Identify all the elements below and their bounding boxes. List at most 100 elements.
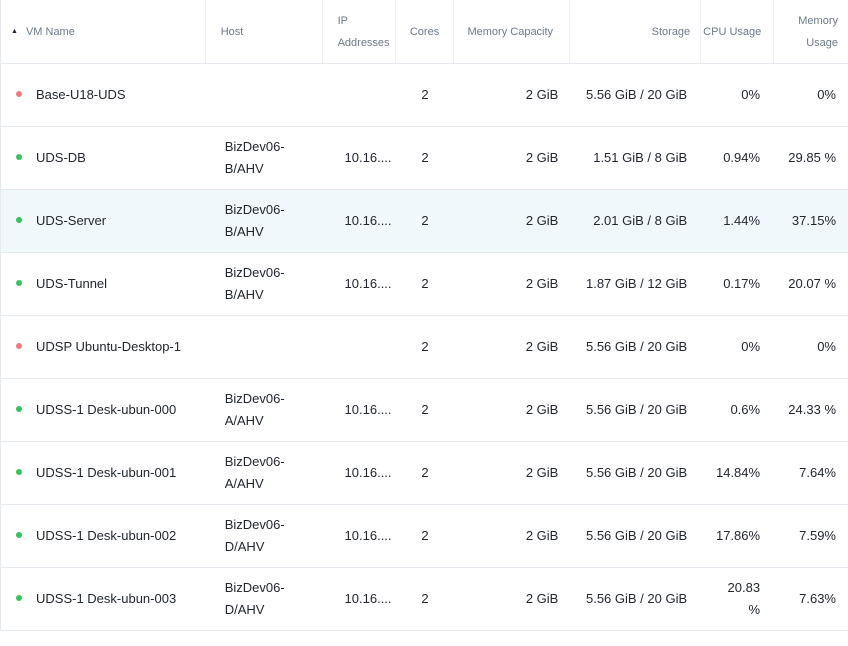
vm-name[interactable]: UDS-Server [15,210,106,232]
memory-capacity-value: 2 GiB [525,213,559,228]
ip-cell: 10.16.... [323,442,396,504]
column-label: Memory Usage [798,14,838,49]
column-header-vm-name[interactable]: ▲ VM Name [1,0,206,63]
cpu-usage-value: 20.83 % [727,580,761,617]
table-row[interactable]: UDS-Server BizDev06-B/AHV 10.16.... 2 2 GiB 2… [1,190,848,253]
column-label: CPU Usage [703,25,762,38]
table-row[interactable]: UDSP Ubuntu-Desktop-1 2 2 GiB 5.56 GiB / 20… [1,316,848,379]
ip-cell: 10.16.... [323,127,396,189]
storage-cell: 1.87 GiB / 12 GiB [570,253,701,315]
cpu-usage-cell: 0% [701,316,774,378]
cpu-usage-value: 17.86% [715,528,761,543]
memory-capacity-value: 2 GiB [525,150,559,165]
storage-cell: 5.56 GiB / 20 GiB [570,379,701,441]
cpu-usage-cell: 0.6% [701,379,774,441]
vm-name-cell[interactable]: UDSP Ubuntu-Desktop-1 [1,316,206,378]
table-row[interactable]: UDSS-1 Desk-ubun-002 BizDev06-D/AHV 10.16.… [1,505,848,568]
caret-up-icon[interactable]: ▲ [11,21,18,43]
cpu-usage-cell: 0% [701,64,774,126]
host-cell: BizDev06-B/AHV [206,190,323,252]
vm-name[interactable]: UDSS-1 Desk-ubun-000 [15,399,176,421]
vm-name[interactable]: UDSS-1 Desk-ubun-001 [15,462,176,484]
memory-usage-cell: 0% [774,316,848,378]
column-label: Storage [651,25,691,38]
storage-cell: 5.56 GiB / 20 GiB [570,505,701,567]
table-body: Base-U18-UDS 2 2 GiB 5.56 GiB / 20 GiB 0% 0% U… [1,64,848,631]
cores-cell: 2 [396,64,455,126]
vm-name-cell[interactable]: UDS-Tunnel [1,253,206,315]
host-cell: BizDev06-B/AHV [206,253,323,315]
vm-name-cell[interactable]: UDSS-1 Desk-ubun-002 [1,505,206,567]
vm-name[interactable]: UDS-Tunnel [15,273,107,295]
vm-name-cell[interactable]: UDS-Server [1,190,206,252]
cores-value: 2 [421,150,429,165]
table-row[interactable]: Base-U18-UDS 2 2 GiB 5.56 GiB / 20 GiB 0% 0% [1,64,848,127]
memory-usage-cell: 0% [774,64,848,126]
cpu-usage-value: 0% [741,87,761,102]
storage-value: 5.56 GiB / 20 GiB [585,528,688,543]
ip-cell [323,316,396,378]
status-dot-icon [16,280,22,286]
host-value: BizDev06-B/AHV [224,202,285,239]
vm-name[interactable]: UDSP Ubuntu-Desktop-1 [15,336,181,358]
column-header-host[interactable]: Host [206,0,323,63]
storage-cell: 5.56 GiB / 20 GiB [570,568,701,630]
cores-value: 2 [421,276,429,291]
table-row[interactable]: UDSS-1 Desk-ubun-003 BizDev06-D/AHV 10.16.… [1,568,848,631]
vm-name[interactable]: UDSS-1 Desk-ubun-002 [15,525,176,547]
table-row[interactable]: UDS-DB BizDev06-B/AHV 10.16.... 2 2 GiB 1.51 … [1,127,848,190]
storage-value: 2.01 GiB / 8 GiB [593,213,688,228]
status-dot-icon [16,595,22,601]
memory-capacity-value: 2 GiB [525,339,559,354]
cores-value: 2 [421,87,429,102]
vm-name-cell[interactable]: UDSS-1 Desk-ubun-001 [1,442,206,504]
storage-cell: 5.56 GiB / 20 GiB [570,442,701,504]
vm-name-cell[interactable]: UDSS-1 Desk-ubun-003 [1,568,206,630]
cpu-usage-cell: 14.84% [701,442,774,504]
column-label: VM Name [25,25,75,38]
memory-capacity-cell: 2 GiB [454,442,570,504]
memory-capacity-value: 2 GiB [525,591,559,606]
vm-name[interactable]: Base-U18-UDS [15,84,126,106]
status-dot-icon [16,91,22,97]
table-row[interactable]: UDSS-1 Desk-ubun-000 BizDev06-A/AHV 10.16.… [1,379,848,442]
vm-name-cell[interactable]: UDSS-1 Desk-ubun-000 [1,379,206,441]
cores-value: 2 [421,591,429,606]
cpu-usage-value: 0.94% [723,150,761,165]
memory-usage-cell: 7.64% [774,442,848,504]
vm-name[interactable]: UDS-DB [15,147,86,169]
host-value: BizDev06-B/AHV [224,139,285,176]
memory-capacity-cell: 2 GiB [454,190,570,252]
memory-usage-cell: 20.07 % [774,253,848,315]
memory-usage-cell: 29.85 % [774,127,848,189]
host-cell: BizDev06-A/AHV [206,442,323,504]
column-header-memory-usage[interactable]: Memory Usage [774,0,848,63]
table-row[interactable]: UDSS-1 Desk-ubun-001 BizDev06-A/AHV 10.16.… [1,442,848,505]
column-label: Host [220,25,244,38]
column-header-memory-capacity[interactable]: Memory Capacity [454,0,571,63]
vm-name-cell[interactable]: Base-U18-UDS [1,64,206,126]
column-header-cores[interactable]: Cores [396,0,455,63]
cores-cell: 2 [396,442,455,504]
column-header-ip-addresses[interactable]: IP Addresses [323,0,396,63]
status-dot-icon [16,154,22,160]
cores-cell: 2 [396,505,455,567]
cpu-usage-value: 0.17% [723,276,761,291]
memory-capacity-cell: 2 GiB [454,127,570,189]
ip-cell: 10.16.... [323,568,396,630]
ip-value: 10.16.... [344,402,392,417]
table-row[interactable]: UDS-Tunnel BizDev06-B/AHV 10.16.... 2 2 GiB 1… [1,253,848,316]
status-dot-icon [16,406,22,412]
ip-value: 10.16.... [344,213,392,228]
storage-cell: 2.01 GiB / 8 GiB [570,190,701,252]
memory-capacity-cell: 2 GiB [454,316,570,378]
vm-name-cell[interactable]: UDS-DB [1,127,206,189]
column-header-cpu-usage[interactable]: CPU Usage [701,0,775,63]
column-header-storage[interactable]: Storage [570,0,702,63]
memory-usage-value: 7.63% [799,591,836,606]
ip-value: 10.16.... [344,591,392,606]
memory-capacity-cell: 2 GiB [454,379,570,441]
ip-cell: 10.16.... [323,190,396,252]
vm-name[interactable]: UDSS-1 Desk-ubun-003 [15,588,176,610]
host-value: BizDev06-B/AHV [224,265,285,302]
